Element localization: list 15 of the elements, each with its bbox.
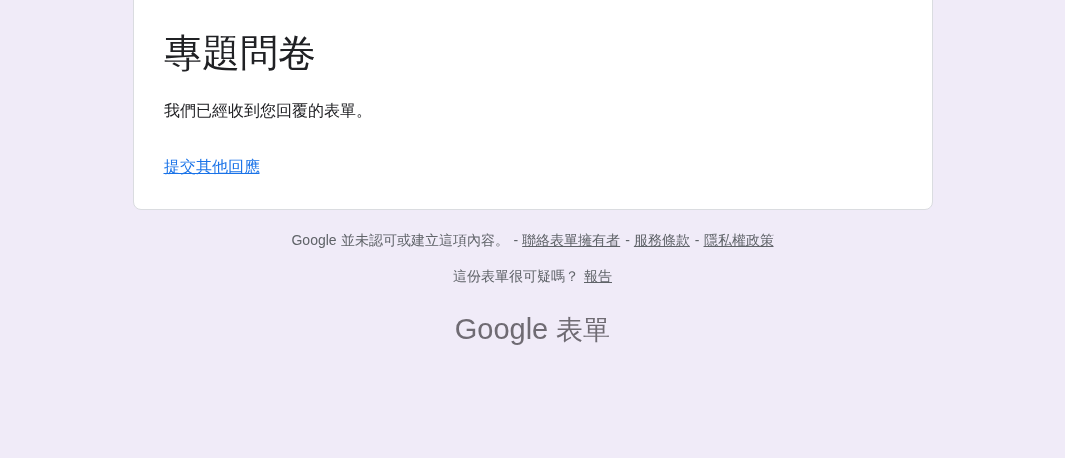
separator-text: -	[694, 231, 700, 250]
disclaimer-text: Google 並未認可或建立這項內容。	[291, 231, 509, 250]
separator-text: -	[625, 231, 630, 250]
confirmation-message: 我們已經收到您回覆的表單。	[163, 101, 372, 121]
submit-another-link[interactable]: 提交其他回應	[163, 155, 260, 179]
footer-link[interactable]: 隱私權政策	[703, 230, 774, 250]
footer-link[interactable]: 服務條款	[633, 230, 690, 250]
google-forms-logo[interactable]: Google 表單	[454, 308, 611, 352]
logo-brand: Google	[454, 312, 549, 347]
footer-link[interactable]: 聯絡表單擁有者	[522, 230, 621, 250]
separator-text: -	[513, 231, 519, 250]
logo-product: 表單	[556, 314, 611, 347]
report-question: 這份表單很可疑嗎？	[453, 267, 579, 286]
report-link[interactable]: 報告	[584, 266, 612, 286]
form-title: 專題問卷	[163, 31, 316, 76]
